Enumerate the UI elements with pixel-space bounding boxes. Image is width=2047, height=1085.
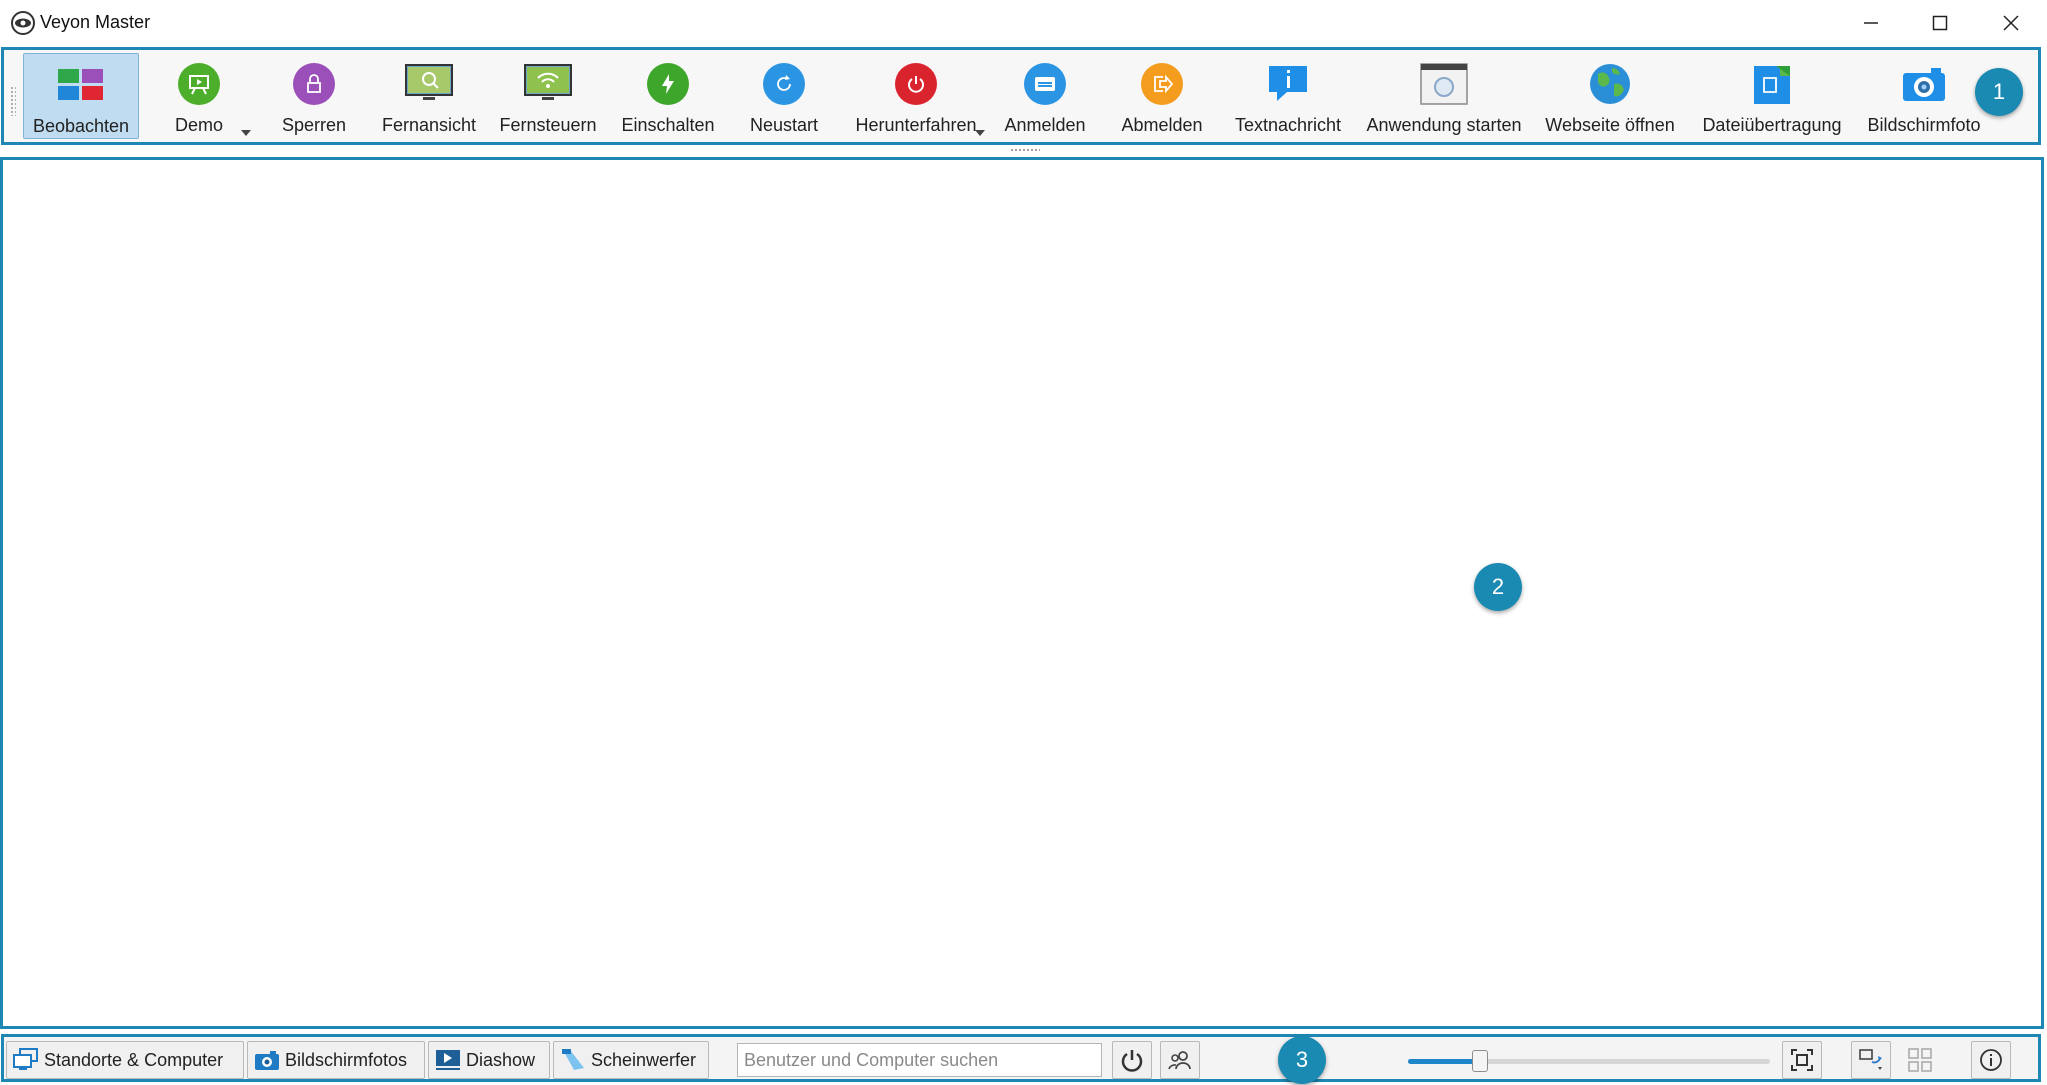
main-toolbar: Beobachten Demo Sperren Fernansicht Fern… bbox=[1, 47, 2041, 145]
minimize-icon bbox=[1864, 22, 1878, 24]
zoom-slider-thumb[interactable] bbox=[1472, 1050, 1488, 1072]
reboot-icon bbox=[760, 61, 808, 107]
spotlight-button[interactable]: Scheinwerfer bbox=[553, 1041, 709, 1079]
power-icon bbox=[1121, 1050, 1143, 1072]
alignment-grid-button[interactable] bbox=[1900, 1041, 1940, 1079]
toolbar-button-screenshot[interactable]: Bildschirmfoto bbox=[1862, 53, 1986, 139]
close-icon bbox=[2003, 15, 2019, 31]
file-transfer-icon bbox=[1748, 61, 1796, 107]
logged-in-users-filter-button[interactable] bbox=[1160, 1041, 1200, 1079]
window-title: Veyon Master bbox=[40, 12, 151, 32]
about-button[interactable] bbox=[1971, 1041, 2011, 1079]
camera-icon bbox=[254, 1048, 280, 1072]
computer-monitoring-area[interactable] bbox=[0, 157, 2044, 1029]
toolbar-button-remote-control[interactable]: Fernsteuern bbox=[498, 53, 598, 139]
globe-icon bbox=[1586, 61, 1634, 107]
veyon-eye-icon bbox=[10, 11, 36, 35]
shutdown-icon bbox=[892, 61, 940, 107]
maximize-button[interactable] bbox=[1905, 0, 1975, 46]
application-window-icon bbox=[1420, 61, 1468, 107]
camera-icon bbox=[1900, 61, 1948, 107]
splitter-handle[interactable] bbox=[1010, 148, 1040, 152]
toolbar-button-open-website[interactable]: Webseite öffnen bbox=[1544, 53, 1676, 139]
grid-icon bbox=[1908, 1048, 1932, 1072]
power-filter-button[interactable] bbox=[1112, 1041, 1152, 1079]
power-on-icon bbox=[644, 61, 692, 107]
spotlight-icon bbox=[560, 1048, 586, 1072]
toolbar-button-reboot[interactable]: Neustart bbox=[744, 53, 824, 139]
annotation-badge-1: 1 bbox=[1975, 68, 2023, 116]
toolbar-button-logout[interactable]: Abmelden bbox=[1118, 53, 1206, 139]
message-icon bbox=[1264, 61, 1312, 107]
toolbar-button-login[interactable]: Anmelden bbox=[1002, 53, 1088, 139]
bottom-status-bar: Standorte & Computer Bildschirmfotos Dia… bbox=[1, 1034, 2041, 1084]
toolbar-button-file-transfer[interactable]: Dateiübertragung bbox=[1698, 53, 1846, 139]
annotation-badge-2: 2 bbox=[1474, 563, 1522, 611]
lock-icon bbox=[290, 61, 338, 107]
presentation-icon bbox=[175, 61, 223, 107]
toolbar-button-lock[interactable]: Sperren bbox=[274, 53, 354, 139]
toolbar-grip-handle[interactable] bbox=[10, 86, 16, 116]
toolbar-button-start-application[interactable]: Anwendung starten bbox=[1362, 53, 1526, 139]
users-icon bbox=[1168, 1051, 1191, 1070]
annotation-badge-3: 3 bbox=[1278, 1036, 1326, 1084]
rearrange-icon bbox=[1859, 1049, 1882, 1070]
toolbar-button-text-message[interactable]: Textnachricht bbox=[1232, 53, 1344, 139]
toolbar-button-shutdown[interactable]: Herunterfahren bbox=[852, 53, 980, 139]
slideshow-icon bbox=[435, 1048, 461, 1072]
title-bar: Veyon Master bbox=[0, 0, 2047, 46]
rearrange-computers-button[interactable] bbox=[1851, 1041, 1891, 1079]
toolbar-button-monitor[interactable]: Beobachten bbox=[23, 53, 139, 139]
search-input[interactable] bbox=[737, 1043, 1102, 1077]
monitor-tiles-icon bbox=[57, 62, 105, 108]
zoom-slider-fill bbox=[1408, 1059, 1480, 1064]
demo-dropdown-arrow-icon[interactable] bbox=[241, 130, 251, 136]
auto-fit-button[interactable] bbox=[1782, 1041, 1822, 1079]
screenshots-button[interactable]: Bildschirmfotos bbox=[247, 1041, 425, 1079]
close-button[interactable] bbox=[1976, 0, 2046, 46]
maximize-icon bbox=[1932, 15, 1948, 31]
logout-icon bbox=[1138, 61, 1186, 107]
remote-view-icon bbox=[405, 61, 453, 107]
minimize-button[interactable] bbox=[1836, 0, 1906, 46]
fit-screen-icon bbox=[1791, 1049, 1813, 1071]
computer-screens-icon bbox=[13, 1048, 39, 1072]
info-icon bbox=[1980, 1049, 2002, 1071]
toolbar-button-remote-view[interactable]: Fernansicht bbox=[382, 53, 476, 139]
toolbar-button-demo[interactable]: Demo bbox=[159, 53, 239, 139]
remote-control-icon bbox=[524, 61, 572, 107]
slideshow-button[interactable]: Diashow bbox=[428, 1041, 550, 1079]
shutdown-dropdown-arrow-icon[interactable] bbox=[975, 130, 985, 136]
toolbar-button-power-on[interactable]: Einschalten bbox=[620, 53, 716, 139]
locations-computers-button[interactable]: Standorte & Computer bbox=[6, 1041, 244, 1079]
zoom-slider[interactable] bbox=[1408, 1050, 1770, 1072]
login-icon bbox=[1021, 61, 1069, 107]
